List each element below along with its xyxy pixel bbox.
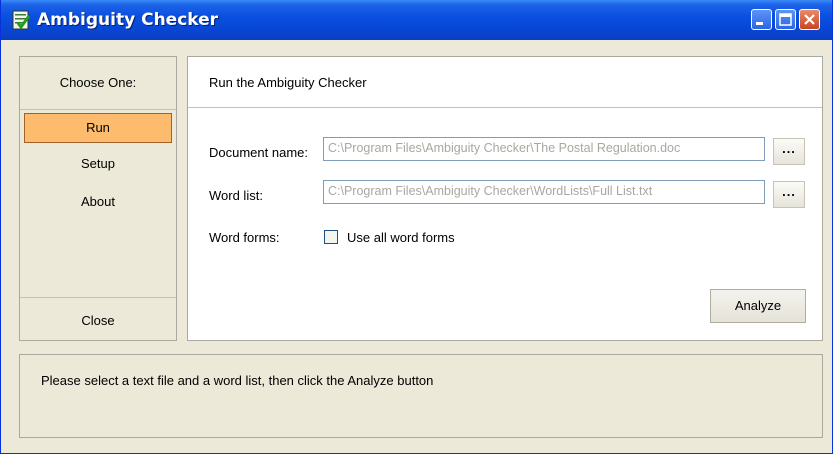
browse-word-list-button[interactable]: ... [773,181,805,208]
sidebar-item-label: Run [86,120,110,135]
document-name-field[interactable]: C:\Program Files\Ambiguity Checker\The P… [323,137,765,161]
use-all-word-forms-checkbox[interactable] [324,230,338,244]
status-message: Please select a text file and a word lis… [41,373,434,388]
app-window: Ambiguity Checker Choose One: Run Setup [0,0,833,454]
browse-document-button[interactable]: ... [773,138,805,165]
word-list-label: Word list: [209,188,263,203]
word-list-field[interactable]: C:\Program Files\Ambiguity Checker\WordL… [323,180,765,204]
status-panel: Please select a text file and a word lis… [19,354,823,438]
sidebar-item-label: Setup [81,156,115,171]
sidebar-close-label: Close [81,313,115,328]
sidebar-header-label: Choose One: [59,75,137,90]
use-all-word-forms-label[interactable]: Use all word forms [347,230,455,245]
sidebar-header: Choose One: [20,57,176,110]
maximize-button[interactable] [775,9,796,30]
panel-header: Run the Ambiguity Checker [188,57,822,108]
sidebar-item-label: About [81,194,115,209]
sidebar: Choose One: Run Setup About Close [19,56,177,341]
document-name-label: Document name: [209,145,308,160]
word-forms-label: Word forms: [209,230,280,245]
sidebar-close-button[interactable]: Close [20,297,176,340]
minimize-button[interactable] [751,9,772,30]
analyze-button[interactable]: Analyze [710,289,806,323]
run-panel: Run the Ambiguity Checker Document name:… [187,56,823,341]
title-bar[interactable]: Ambiguity Checker [1,0,832,40]
close-button[interactable] [799,9,820,30]
sidebar-item-run[interactable]: Run [24,113,172,143]
panel-title: Run the Ambiguity Checker [209,75,367,90]
minimize-icon [756,22,763,25]
close-icon [804,14,815,25]
maximize-icon [779,13,792,26]
document-check-icon [12,10,31,30]
sidebar-item-about[interactable]: About [24,188,172,218]
window-title: Ambiguity Checker [37,10,219,30]
sidebar-item-setup[interactable]: Setup [24,150,172,180]
